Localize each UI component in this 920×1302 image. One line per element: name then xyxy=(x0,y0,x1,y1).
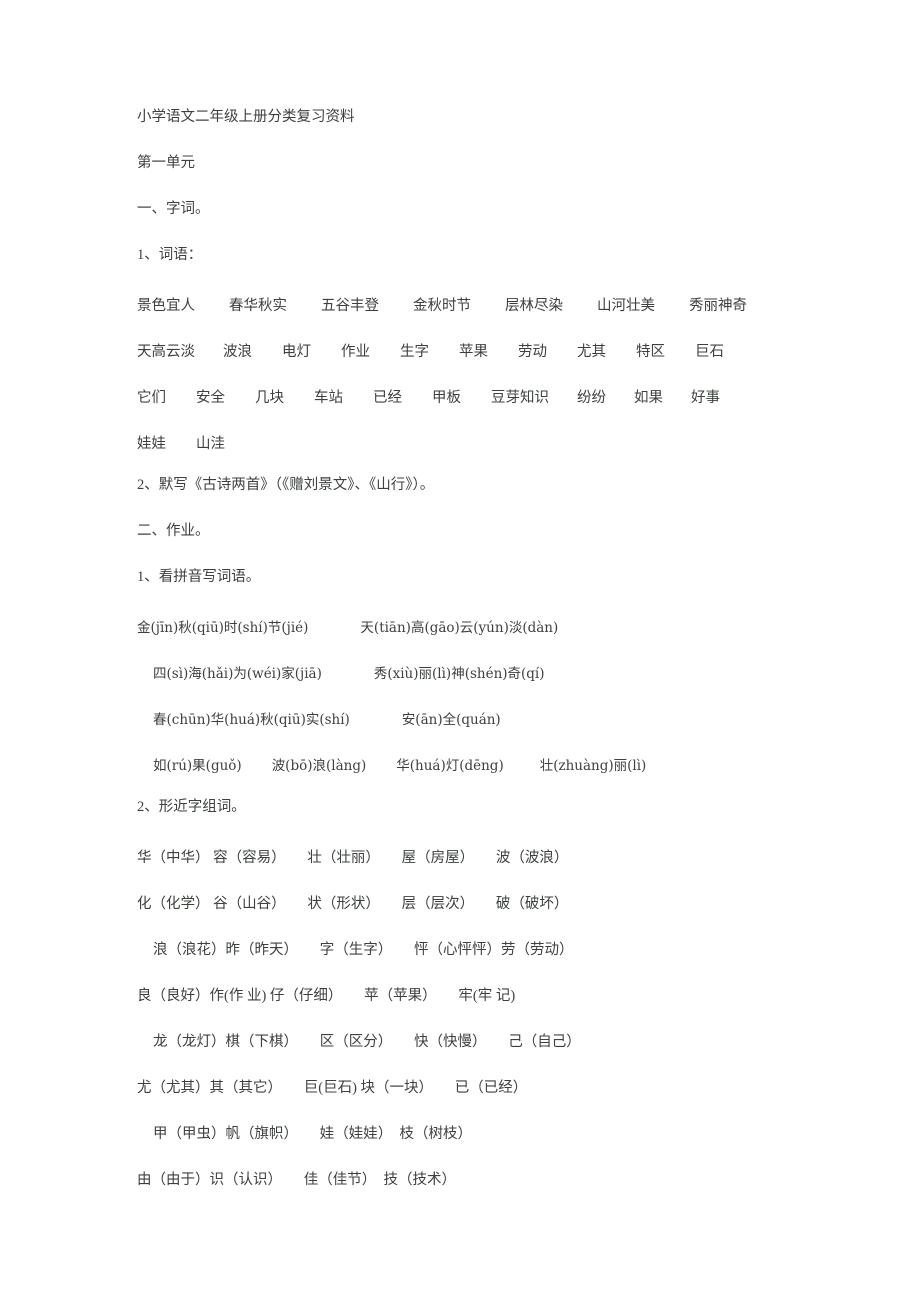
vocabulary-word: 秀丽神奇 xyxy=(689,298,747,314)
document-title: 小学语文二年级上册分类复习资料 xyxy=(137,109,355,125)
pinyin-word: 金(jīn)秋(qiū)时(shí)节(jié) xyxy=(137,620,309,636)
vocabulary-word: 作业 xyxy=(341,344,370,360)
vocabulary-word: 波浪 xyxy=(223,344,252,360)
pinyin-word: 天(tiān)高(gāo)云(yún)淡(dàn) xyxy=(360,620,559,636)
similar-characters-row: 由（由于）识（认识） 佳（佳节） 技（技术） xyxy=(137,1172,456,1188)
pinyin-row: 四(sì)海(hǎi)为(wéi)家(jiā) 秀(xiù)丽(lì)神(shén… xyxy=(137,662,920,708)
vocabulary-word: 尤其 xyxy=(577,344,606,360)
section-two-heading: 二、作业。 xyxy=(137,523,210,539)
vocabulary-word: 特区 xyxy=(636,344,665,360)
section-one-heading: 一、字词。 xyxy=(137,201,210,217)
vocabulary-word: 车站 xyxy=(314,390,343,406)
vocabulary-word: 几块 xyxy=(255,390,284,406)
similar-characters-row: 华（中华） 容（容易） 壮（壮丽） 屋（房屋） 波（波浪） xyxy=(137,850,569,866)
vocabulary-word: 层林尽染 xyxy=(505,298,563,314)
similar-characters-row: 化（化学） 谷（山谷） 状（形状） 层（层次） 破（破坏） xyxy=(137,896,569,912)
vocabulary-row: 景色宜人 春华秋实 五谷丰登 金秋时节 层林尽染 山河壮美 秀丽神奇 xyxy=(137,294,920,340)
vocabulary-word: 景色宜人 xyxy=(137,298,195,314)
pinyin-word: 安(ān)全(quán) xyxy=(401,712,501,728)
vocabulary-word: 山洼 xyxy=(196,436,225,452)
vocabulary-row: 娃娃 山洼 xyxy=(137,432,920,478)
pinyin-exercise-label: 1、看拼音写词语。 xyxy=(137,569,261,585)
vocabulary-word: 劳动 xyxy=(518,344,547,360)
vocabulary-word: 巨石 xyxy=(695,344,724,360)
similar-characters-label: 2、形近字组词。 xyxy=(137,799,246,815)
vocabulary-word: 娃娃 xyxy=(137,436,166,452)
pinyin-word: 春(chūn)华(huá)秋(qiū)实(shí) xyxy=(153,712,350,728)
vocabulary-word: 电灯 xyxy=(282,344,311,360)
vocabulary-word: 生字 xyxy=(400,344,429,360)
similar-characters-row: 浪（浪花）昨（昨天） 字（生字） 怦（心怦怦）劳（劳动） xyxy=(153,942,574,958)
pinyin-word: 波(bō)浪(làng) xyxy=(271,758,367,774)
similar-characters-row: 良（良好）作(作 业) 仔（仔细） 苹（苹果） 牢(牢 记) xyxy=(137,988,516,1004)
pinyin-word: 如(rú)果(guǒ) xyxy=(153,758,242,774)
pinyin-row: 金(jīn)秋(qiū)时(shí)节(jié) 天(tiān)高(gāo)云(y… xyxy=(137,616,920,662)
vocabulary-word: 五谷丰登 xyxy=(321,298,379,314)
pinyin-row: 如(rú)果(guǒ) 波(bō)浪(làng) 华(huá)灯(dēng) 壮(zh… xyxy=(137,754,920,800)
vocabulary-word: 金秋时节 xyxy=(413,298,471,314)
vocabulary-word: 春华秋实 xyxy=(229,298,287,314)
vocabulary-word: 安全 xyxy=(196,390,225,406)
similar-characters-row: 尤（尤其）其（其它） 巨(巨石) 块（一块） 已（已经） xyxy=(137,1080,528,1096)
pinyin-word: 秀(xiù)丽(lì)神(shén)奇(qí) xyxy=(373,666,545,682)
vocabulary-row: 它们 安全 几块 车站 已经 甲板 豆芽知识 纷纷 如果 好事 xyxy=(137,386,920,432)
dictation-label: 2、默写《古诗两首》（《赠刘景文》、《山行》）。 xyxy=(137,477,435,493)
vocabulary-word: 山河壮美 xyxy=(597,298,655,314)
vocabulary-word: 纷纷 xyxy=(577,390,606,406)
vocabulary-word: 甲板 xyxy=(432,390,461,406)
pinyin-row: 春(chūn)华(huá)秋(qiū)实(shí) 安(ān)全(quán) xyxy=(137,708,920,754)
vocabulary-word: 如果 xyxy=(634,390,663,406)
vocabulary-word: 已经 xyxy=(373,390,402,406)
vocabulary-word: 好事 xyxy=(691,390,720,406)
pinyin-word: 四(sì)海(hǎi)为(wéi)家(jiā) xyxy=(153,666,322,682)
pinyin-word: 华(huá)灯(dēng) xyxy=(396,758,504,774)
vocabulary-word: 天高云淡 xyxy=(137,344,195,360)
vocabulary-word: 豆芽知识 xyxy=(491,390,549,406)
pinyin-word: 壮(zhuàng)丽(lì) xyxy=(539,758,647,774)
unit-heading: 第一单元 xyxy=(137,155,195,171)
vocabulary-label: 1、词语： xyxy=(137,247,203,263)
document-page: 小学语文二年级上册分类复习资料 第一单元 一、字词。 1、词语： 景色宜人 春华秋… xyxy=(0,0,920,1302)
vocabulary-word: 苹果 xyxy=(459,344,488,360)
vocabulary-row: 天高云淡 波浪 电灯 作业 生字 苹果 劳动 尤其 特区 巨石 xyxy=(137,340,920,386)
vocabulary-word: 它们 xyxy=(137,390,166,406)
similar-characters-row: 甲（甲虫）帆（旗帜） 娃（娃娃） 枝（树枝） xyxy=(153,1126,472,1142)
similar-characters-row: 龙（龙灯）棋（下棋） 区（区分） 快（快慢） 己（自己） xyxy=(153,1034,581,1050)
